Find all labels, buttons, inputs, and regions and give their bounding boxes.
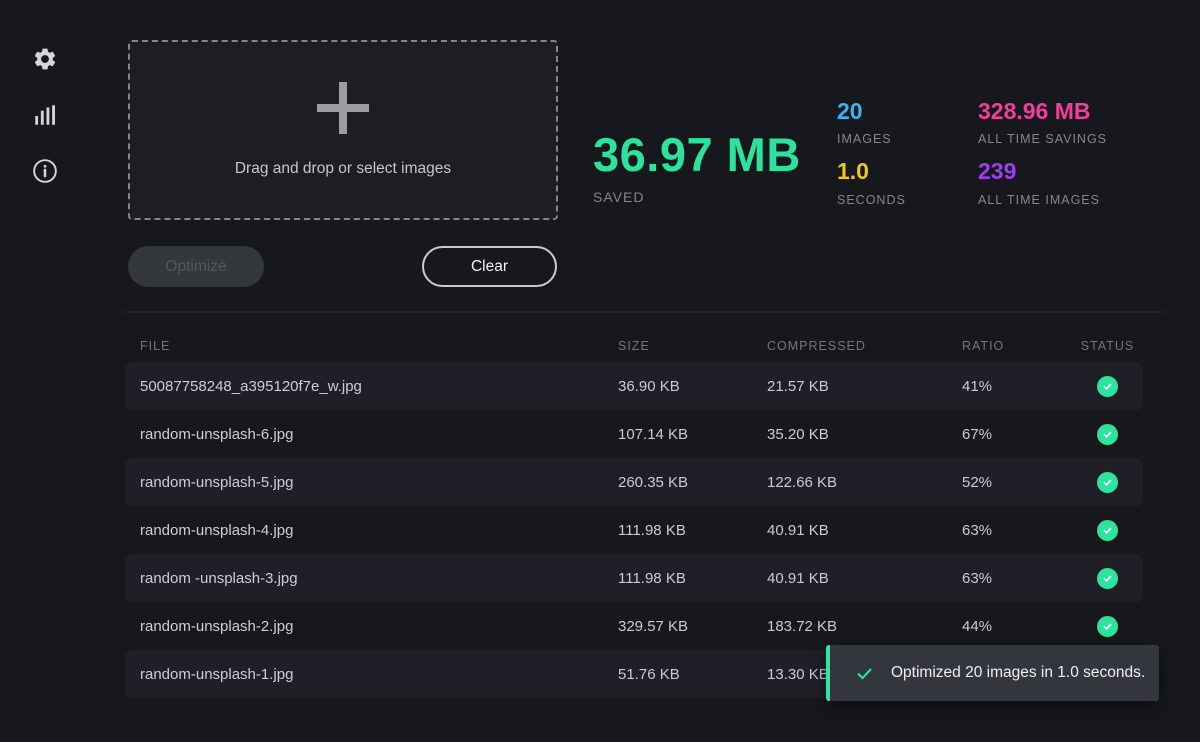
ratio-cell: 52% — [962, 474, 1072, 491]
sidebar — [0, 0, 90, 742]
all-time-savings-label: ALL TIME SAVINGS — [978, 132, 1107, 146]
file-cell: 50087758248_a395120f7e_w.jpg — [125, 378, 618, 395]
status-cell — [1072, 520, 1143, 541]
check-circle-icon — [1097, 568, 1118, 589]
compressed-cell: 40.91 KB — [767, 522, 962, 539]
clear-button[interactable]: Clear — [422, 246, 557, 287]
file-cell: random-unsplash-1.jpg — [125, 666, 618, 683]
header-file: FILE — [125, 339, 618, 353]
size-cell: 260.35 KB — [618, 474, 767, 491]
status-cell — [1072, 424, 1143, 445]
table-header: FILE SIZE COMPRESSED RATIO STATUS — [125, 330, 1143, 362]
table-row: random-unsplash-2.jpg 329.57 KB 183.72 K… — [125, 602, 1143, 650]
header-size: SIZE — [618, 339, 767, 353]
check-circle-icon — [1097, 616, 1118, 637]
table-row: random-unsplash-6.jpg 107.14 KB 35.20 KB… — [125, 410, 1143, 458]
status-cell — [1072, 568, 1143, 589]
optimize-button[interactable]: Optimize — [128, 246, 264, 287]
status-cell — [1072, 376, 1143, 397]
toast-message: Optimized 20 images in 1.0 seconds. — [891, 664, 1145, 682]
status-cell — [1072, 472, 1143, 493]
check-circle-icon — [1097, 520, 1118, 541]
header-ratio: RATIO — [962, 339, 1072, 353]
compressed-cell: 183.72 KB — [767, 618, 962, 635]
size-cell: 36.90 KB — [618, 378, 767, 395]
table-row: random-unsplash-5.jpg 260.35 KB 122.66 K… — [125, 458, 1143, 506]
stat-alltime-column: 328.96 MB ALL TIME SAVINGS 239 ALL TIME … — [978, 99, 1107, 220]
status-cell — [1072, 616, 1143, 637]
table-row: random -unsplash-3.jpg 111.98 KB 40.91 K… — [125, 554, 1143, 602]
all-time-images-label: ALL TIME IMAGES — [978, 193, 1107, 207]
seconds-label: SECONDS — [837, 193, 906, 207]
info-icon — [32, 158, 58, 189]
gear-icon — [32, 46, 58, 77]
ratio-cell: 63% — [962, 570, 1072, 587]
header-status: STATUS — [1072, 339, 1143, 353]
images-value: 20 — [837, 99, 906, 124]
stat-saved: 36.97 MB SAVED — [593, 131, 801, 205]
table-row: 50087758248_a395120f7e_w.jpg 36.90 KB 21… — [125, 362, 1143, 410]
results-table: FILE SIZE COMPRESSED RATIO STATUS 500877… — [125, 330, 1143, 698]
size-cell: 329.57 KB — [618, 618, 767, 635]
size-cell: 107.14 KB — [618, 426, 767, 443]
file-cell: random-unsplash-4.jpg — [125, 522, 618, 539]
saved-label: SAVED — [593, 189, 801, 205]
stat-session-column: 20 IMAGES 1.0 SECONDS — [837, 99, 906, 220]
table-row: random-unsplash-4.jpg 111.98 KB 40.91 KB… — [125, 506, 1143, 554]
size-cell: 51.76 KB — [618, 666, 767, 683]
compressed-cell: 35.20 KB — [767, 426, 962, 443]
ratio-cell: 63% — [962, 522, 1072, 539]
toast-notification: Optimized 20 images in 1.0 seconds. — [826, 645, 1159, 701]
stats-nav-button[interactable] — [30, 102, 60, 132]
check-circle-icon — [1097, 424, 1118, 445]
file-cell: random-unsplash-2.jpg — [125, 618, 618, 635]
ratio-cell: 67% — [962, 426, 1072, 443]
all-time-savings-value: 328.96 MB — [978, 99, 1107, 124]
check-circle-icon — [1097, 376, 1118, 397]
seconds-value: 1.0 — [837, 159, 906, 184]
check-icon — [855, 664, 874, 683]
saved-value: 36.97 MB — [593, 131, 801, 178]
check-circle-icon — [1097, 472, 1118, 493]
file-cell: random-unsplash-6.jpg — [125, 426, 618, 443]
dropzone-label: Drag and drop or select images — [235, 160, 451, 178]
about-nav-button[interactable] — [30, 158, 60, 188]
settings-nav-button[interactable] — [30, 46, 60, 76]
section-divider — [125, 311, 1163, 313]
compressed-cell: 40.91 KB — [767, 570, 962, 587]
all-time-images-value: 239 — [978, 159, 1107, 184]
images-label: IMAGES — [837, 132, 906, 146]
header-compressed: COMPRESSED — [767, 339, 962, 353]
ratio-cell: 44% — [962, 618, 1072, 635]
compressed-cell: 21.57 KB — [767, 378, 962, 395]
ratio-cell: 41% — [962, 378, 1072, 395]
bar-chart-icon — [32, 102, 58, 133]
file-cell: random -unsplash-3.jpg — [125, 570, 618, 587]
dropzone[interactable]: Drag and drop or select images — [128, 40, 558, 220]
plus-icon — [317, 82, 369, 134]
size-cell: 111.98 KB — [618, 570, 767, 587]
compressed-cell: 122.66 KB — [767, 474, 962, 491]
size-cell: 111.98 KB — [618, 522, 767, 539]
file-cell: random-unsplash-5.jpg — [125, 474, 618, 491]
